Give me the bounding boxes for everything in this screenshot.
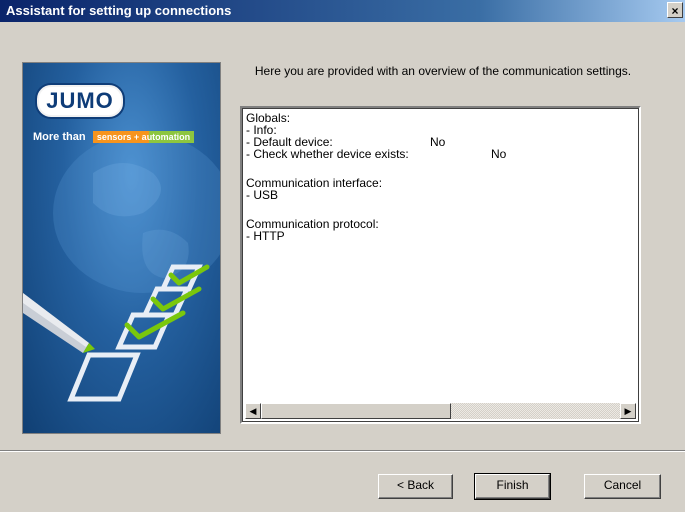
default-device-value: No	[430, 135, 446, 149]
scroll-right-icon[interactable]: ▶	[620, 403, 636, 419]
globals-header: Globals:	[246, 112, 291, 125]
wizard-banner: JUMO More than sensors + automation	[22, 62, 221, 434]
settings-content: Globals: - Info: - Default device: No - …	[246, 112, 636, 398]
scroll-left-icon[interactable]: ◀	[245, 403, 261, 419]
intro-text: Here you are provided with an overview o…	[254, 64, 632, 78]
jumo-logo: JUMO	[37, 85, 123, 117]
scroll-thumb[interactable]	[261, 403, 451, 419]
cancel-button[interactable]: Cancel	[584, 474, 661, 499]
footer-separator-highlight	[0, 451, 685, 452]
protocol-header: Communication protocol:	[246, 217, 379, 231]
title-bar[interactable]: Assistant for setting up connections ×	[0, 0, 685, 22]
interface-header: Communication interface:	[246, 176, 383, 190]
check-device-value: No	[491, 147, 507, 161]
finish-button[interactable]: Finish	[474, 473, 551, 500]
slogan-tag: sensors + automation	[92, 130, 195, 143]
checkbox-3	[115, 312, 173, 350]
close-button[interactable]: ×	[667, 2, 683, 18]
check-device-row: - Check whether device exists: No	[246, 147, 507, 161]
protocol-value: - HTTP	[246, 229, 285, 243]
banner-illustration	[23, 133, 220, 402]
checkbox-4	[67, 352, 141, 402]
back-button[interactable]: < Back	[378, 474, 453, 499]
settings-overview-box[interactable]: Globals: - Info: - Default device: No - …	[240, 106, 641, 424]
window-title: Assistant for setting up connections	[6, 3, 232, 18]
slogan-prefix: More than	[33, 130, 86, 143]
brand-slogan: More than sensors + automation	[33, 129, 195, 145]
horizontal-scrollbar[interactable]: ◀ ▶	[245, 403, 636, 419]
interface-value: - USB	[246, 188, 279, 202]
